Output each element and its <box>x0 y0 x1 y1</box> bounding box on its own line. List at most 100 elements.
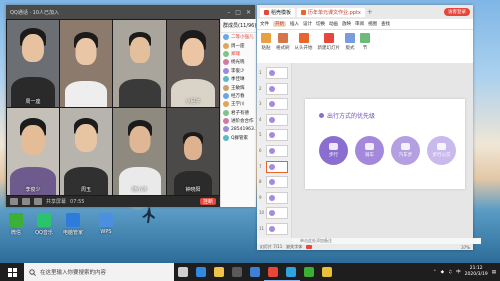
member-list-item[interactable]: 周一座 <box>221 41 256 49</box>
ribbon-button[interactable]: 新建幻灯片 <box>318 33 340 51</box>
menu-item[interactable]: 设计 <box>303 21 312 27</box>
member-list-item[interactable]: 二等小强儿 <box>221 33 256 41</box>
menu-item[interactable]: 切换 <box>316 21 325 27</box>
thumbnail-preview <box>269 179 275 186</box>
missing-font-indicator[interactable]: 缺失字体 <box>286 244 302 250</box>
zoom-level[interactable]: 37% <box>461 245 470 250</box>
network-icon[interactable]: ◆ <box>441 270 444 275</box>
desktop-icon-wechat[interactable]: 微信 <box>3 213 29 236</box>
wps-tab-bar: 稻壳模板 历年单元课文作业.pptx + 访客登录 <box>257 5 473 19</box>
menu-item[interactable]: 放映 <box>342 21 351 27</box>
video-tile[interactable]: 小尼子 <box>167 20 219 107</box>
member-list-item[interactable]: 28541963... <box>221 125 256 133</box>
ribbon-button[interactable]: 节 <box>360 33 370 51</box>
mail-taskbar-button[interactable] <box>246 263 264 281</box>
maximize-icon[interactable]: □ <box>235 9 241 16</box>
taskbar-clock[interactable]: 21:12 2020/3/19 <box>465 266 488 278</box>
volume-icon[interactable]: ♫ <box>448 270 452 275</box>
menu-item[interactable]: 审阅 <box>355 21 364 27</box>
share-screen-button[interactable]: 共享屏幕 <box>46 198 66 205</box>
guest-login-button[interactable]: 访客登录 <box>444 8 470 16</box>
menu-item[interactable]: 查找 <box>381 21 390 27</box>
close-icon[interactable]: ✕ <box>246 9 251 16</box>
menu-item[interactable]: 开始 <box>273 21 286 27</box>
input-method-indicator[interactable]: 中 <box>456 269 461 275</box>
slide-thumbnail[interactable] <box>266 160 288 173</box>
member-list-item[interactable]: 经万春 <box>221 92 256 100</box>
speaker-icon[interactable] <box>22 198 30 205</box>
edge-taskbar-button[interactable] <box>192 263 210 281</box>
desktop-icon-qqmusic[interactable]: QQ音乐 <box>31 213 57 236</box>
slide-thumbnail[interactable] <box>266 145 288 157</box>
member-list-item[interactable]: 杨光晓 <box>221 58 256 66</box>
wps-taskbar-button[interactable] <box>264 263 282 281</box>
member-list-item[interactable]: 王敏辉 <box>221 83 256 91</box>
chrome-taskbar-button[interactable] <box>318 263 336 281</box>
microphone-icon[interactable] <box>10 198 18 205</box>
slide-thumbnail[interactable] <box>266 67 288 79</box>
slide-thumbnail[interactable] <box>266 176 288 189</box>
ribbon-button[interactable]: 格式刷 <box>276 33 290 51</box>
slide-thumbnail[interactable] <box>266 207 288 220</box>
camera-icon[interactable] <box>34 198 42 205</box>
menu-item[interactable]: 插入 <box>290 21 299 27</box>
tab-templates[interactable]: 稻壳模板 <box>260 7 296 17</box>
ribbon-toolbar: 粘贴 格式刷 从头开始 新建幻灯片 版式 节 <box>257 30 473 64</box>
video-tile[interactable]: 周一座 <box>7 20 59 107</box>
chevron-up-icon[interactable]: ⌃ <box>433 270 437 275</box>
avatar <box>223 42 229 49</box>
minimize-icon[interactable]: – <box>227 9 230 16</box>
member-list-item[interactable]: 季佳琳 <box>221 75 256 83</box>
video-tile[interactable]: 钟晓阳 <box>167 108 219 195</box>
menu-item[interactable]: 文件 <box>260 21 269 27</box>
member-name: 二等小强儿 <box>231 35 254 41</box>
file-explorer-taskbar-button[interactable] <box>210 263 228 281</box>
member-list-item[interactable]: Q群管家 <box>221 134 256 142</box>
ribbon-button[interactable]: 粘贴 <box>261 33 271 51</box>
qq-taskbar-button[interactable] <box>282 263 300 281</box>
member-list-item[interactable]: 王学川 <box>221 100 256 108</box>
task-view-taskbar-button[interactable] <box>174 263 192 281</box>
slide-thumbnail[interactable] <box>266 191 288 204</box>
member-list-item[interactable]: 君子有德 <box>221 109 256 117</box>
slide-thumbnail[interactable] <box>266 98 288 111</box>
slide-thumbnail[interactable] <box>266 129 288 142</box>
slide-thumbnail[interactable] <box>266 223 288 235</box>
ribbon-button[interactable]: 版式 <box>345 33 355 51</box>
ribbon-button-label: 节 <box>362 46 368 51</box>
start-button[interactable] <box>0 263 24 281</box>
desktop-icon-pcmanager[interactable]: 电脑管家 <box>60 213 86 236</box>
priority-step[interactable]: 骑车 <box>355 136 384 165</box>
add-tab-icon[interactable]: + <box>367 8 373 16</box>
hangup-button[interactable]: 挂断 <box>199 198 216 205</box>
priority-step[interactable]: 步行 <box>319 136 348 165</box>
notification-icon[interactable]: ▤ <box>492 270 496 275</box>
priority-step[interactable]: 步行公交 <box>427 136 456 165</box>
tab-document[interactable]: 历年单元课文作业.pptx <box>297 7 365 17</box>
menu-item[interactable]: 视图 <box>368 21 377 27</box>
ribbon-button[interactable]: 从头开始 <box>295 33 313 51</box>
member-list-item[interactable]: 郑瑞 <box>221 50 256 58</box>
member-list-item[interactable]: 进阶会合作 <box>221 117 256 125</box>
ribbon-tool-icon <box>345 33 355 43</box>
video-tile[interactable]: 随小沐 <box>113 108 166 195</box>
video-tile[interactable]: 李俊少 <box>7 108 59 195</box>
call-timer: 07:55 <box>70 198 85 205</box>
video-tile[interactable]: 周玉 <box>60 108 112 195</box>
menu-item[interactable]: 动画 <box>329 21 338 27</box>
taskbar-search-box[interactable]: 在这里输入你要搜索的内容 <box>24 263 174 281</box>
store-taskbar-button[interactable] <box>228 263 246 281</box>
video-tile[interactable] <box>113 20 166 107</box>
thumbnail-preview <box>269 116 275 123</box>
priority-step[interactable]: 汽车步 <box>391 136 420 165</box>
current-slide[interactable]: 出行方式的优先级 步行 骑车 汽车步 步行公交 <box>305 99 465 189</box>
play-slideshow-icon[interactable] <box>306 245 313 249</box>
member-name: 郑瑞 <box>231 51 240 57</box>
slide-thumbnail[interactable] <box>266 82 288 95</box>
wechat-taskbar-button[interactable] <box>300 263 318 281</box>
member-list-item[interactable]: 李俊少 <box>221 67 256 75</box>
video-tile[interactable] <box>60 20 112 107</box>
slide-thumbnail[interactable] <box>266 113 288 126</box>
task-view-icon <box>178 267 188 277</box>
desktop-icon-wps[interactable]: WPS <box>93 213 119 235</box>
